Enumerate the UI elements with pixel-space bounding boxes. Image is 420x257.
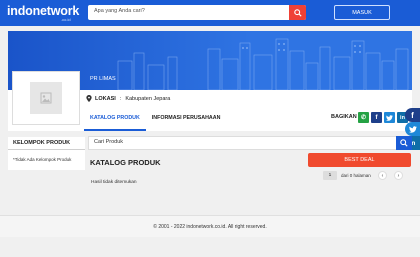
whatsapp-icon: ✆ (360, 115, 367, 121)
page: indonetwork .co.id Apa yang Anda cari? M… (0, 0, 420, 257)
search-icon (400, 139, 408, 147)
catalog-title: KATALOG PRODUK (90, 158, 161, 167)
image-placeholder-icon (30, 82, 62, 114)
tab-informasi-perusahaan[interactable]: INFORMASI PERUSAHAAN (146, 111, 227, 131)
map-pin-icon (86, 95, 92, 102)
next-page-button[interactable]: › (394, 171, 403, 180)
product-search-input[interactable]: Cari Produk (94, 139, 123, 145)
float-share-twitter[interactable] (405, 122, 420, 136)
twitter-icon (386, 114, 393, 121)
chevron-right-icon: › (397, 172, 400, 179)
share-whatsapp-button[interactable]: ✆ (358, 112, 369, 123)
search-icon (293, 8, 302, 17)
facebook-icon: f (411, 110, 414, 120)
top-header: indonetwork .co.id Apa yang Anda cari? M… (0, 0, 420, 26)
page-count-info: dari 0 halaman (341, 173, 371, 178)
global-search-input[interactable]: Apa yang Anda cari? (94, 8, 145, 14)
share-label: BAGIKAN : (331, 114, 361, 120)
location-separator: : (119, 95, 122, 102)
company-card: PR LIMAS LOKASI : Kabupaten Jepara KATAL… (8, 31, 412, 131)
company-logo-placeholder (12, 71, 80, 125)
facebook-icon: f (375, 114, 378, 121)
product-group-title: KELOMPOK PRODUK (8, 137, 85, 150)
company-location: LOKASI : Kabupaten Jepara (86, 95, 170, 102)
twitter-icon (408, 125, 417, 133)
product-search-button[interactable] (396, 136, 412, 150)
tab-katalog-produk[interactable]: KATALOG PRODUK (84, 111, 146, 131)
site-logo-domain: .co.id (61, 17, 71, 22)
location-value: Kabupaten Jepara (125, 95, 171, 102)
chevron-left-icon: ‹ (381, 172, 384, 179)
share-twitter-button[interactable] (384, 112, 395, 123)
company-name: PR LIMAS (90, 76, 116, 82)
float-share-facebook[interactable]: f (405, 108, 420, 122)
company-tabs: KATALOG PRODUK INFORMASI PERUSAHAAN (84, 111, 226, 131)
footer: © 2001 - 2022 indonetwork.co.id. All rig… (0, 215, 420, 237)
best-deal-button[interactable]: BEST DEAL (308, 153, 411, 167)
product-group-empty: *Tidak Ada Kelompok Produk (13, 157, 72, 162)
prev-page-button[interactable]: ‹ (378, 171, 387, 180)
location-label: LOKASI (95, 95, 116, 102)
global-search: Apa yang Anda cari? (88, 5, 306, 20)
no-result-message: Hasil tidak ditemukan (91, 180, 137, 185)
product-search: Cari Produk (88, 136, 412, 150)
global-search-button[interactable] (289, 5, 306, 20)
share-facebook-button[interactable]: f (371, 112, 382, 123)
site-logo[interactable]: indonetwork (7, 4, 79, 18)
login-button[interactable]: MASUK (334, 5, 390, 20)
current-page-input[interactable]: 1 (323, 171, 337, 180)
product-group-sidebar: KELOMPOK PRODUK *Tidak Ada Kelompok Prod… (8, 137, 85, 170)
copyright-text: © 2001 - 2022 indonetwork.co.id. All rig… (153, 223, 267, 230)
